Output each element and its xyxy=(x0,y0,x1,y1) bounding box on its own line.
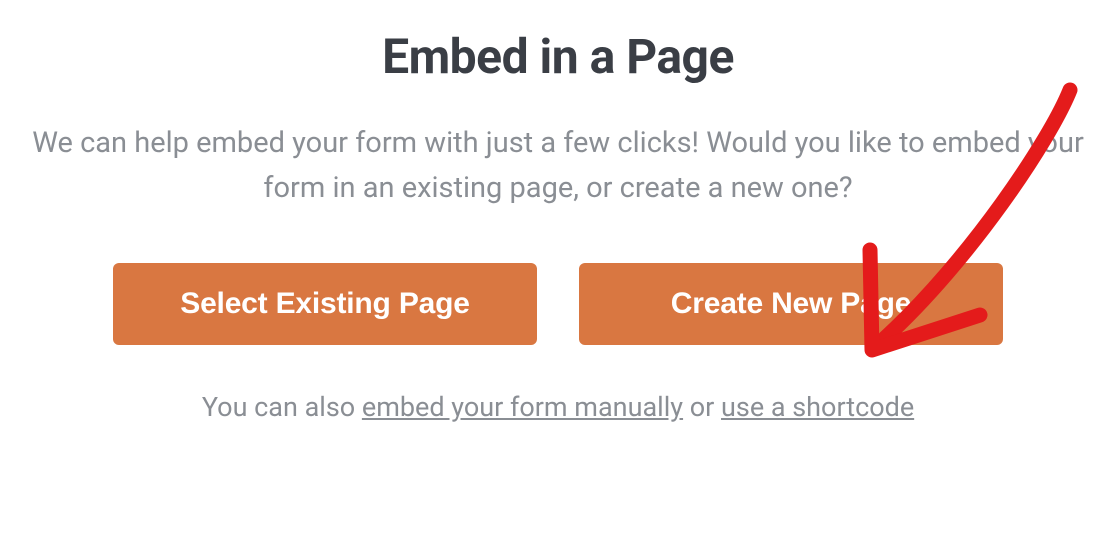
footer-prefix: You can also xyxy=(202,391,362,423)
select-existing-page-button[interactable]: Select Existing Page xyxy=(113,263,537,345)
modal-description: We can help embed your form with just a … xyxy=(28,121,1088,211)
use-shortcode-link[interactable]: use a shortcode xyxy=(721,391,914,423)
footer-text: You can also embed your form manually or… xyxy=(202,391,914,423)
footer-middle: or xyxy=(683,391,721,423)
button-row: Select Existing Page Create New Page xyxy=(113,263,1003,345)
create-new-page-button[interactable]: Create New Page xyxy=(579,263,1003,345)
embed-manually-link[interactable]: embed your form manually xyxy=(362,391,683,423)
modal-title: Embed in a Page xyxy=(382,28,734,85)
